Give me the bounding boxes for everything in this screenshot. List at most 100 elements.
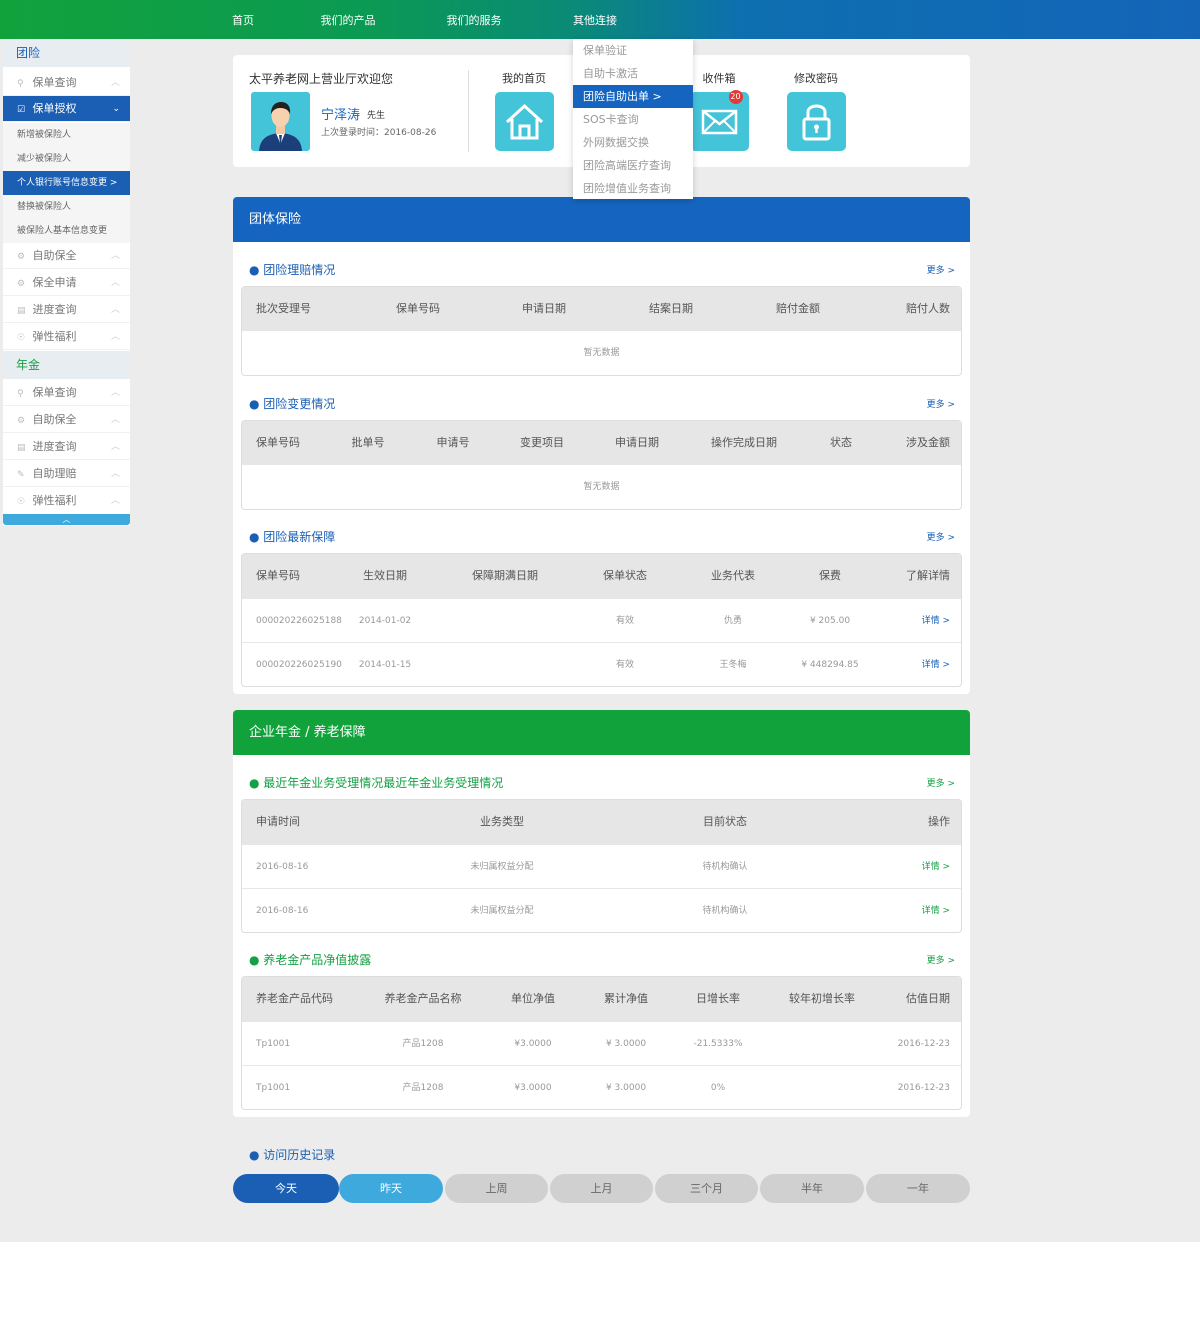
table-cell: 2016-12-23 <box>897 1039 950 1049</box>
section-title-recent: ● 最近年金业务受理情况最近年金业务受理情况 <box>249 776 504 790</box>
home-icon[interactable] <box>494 92 554 151</box>
more-link-claims[interactable]: 更多 > <box>927 263 955 276</box>
table-cell: ¥3.0000 <box>514 1039 552 1049</box>
nav-services[interactable]: 我们的服务 <box>438 0 510 39</box>
sidebar-item-pension-progress[interactable]: ▤ 进度查询 ︿ <box>3 434 130 460</box>
column-header: 养老金产品代码 <box>256 992 333 1005</box>
table-cell: 有效 <box>615 616 635 626</box>
person-icon <box>259 102 302 151</box>
more-link-changes[interactable]: 更多 > <box>927 397 955 410</box>
column-header: 批次受理号 <box>256 302 311 315</box>
recent-business-table: 申请时间 业务类型 目前状态 操作 2016-08-16 未归属权益分配 待机构… <box>241 799 962 933</box>
mail-icon[interactable]: 20 <box>689 90 749 151</box>
details-link[interactable]: 详情 > <box>922 599 950 643</box>
details-link[interactable]: 详情 > <box>922 889 950 932</box>
sidebar-group-group-insurance: 团险 <box>3 39 130 67</box>
other-links-dropdown: 保单验证 自助卡激活 团险自助出单 > SOS卡查询 外网数据交换 团险高端医疗… <box>573 39 693 199</box>
table-cell: 0% <box>710 1083 726 1093</box>
sidebar-item-self-claim[interactable]: ✎ 自助理赔 ︿ <box>3 461 130 487</box>
sidebar-item-self-service[interactable]: ⚙ 自助保全 ︿ <box>3 243 130 269</box>
details-link[interactable]: 详情 > <box>922 643 950 686</box>
nav-products[interactable]: 我们的产品 <box>312 0 384 39</box>
sidebar-item-progress-query[interactable]: ▤ 进度查询 ︿ <box>3 297 130 323</box>
dropdown-item-medical-query[interactable]: 团险高端医疗查询 <box>573 154 693 177</box>
sidebar-subitem-reduce-insured[interactable]: 减少被保险人 <box>3 147 130 171</box>
sidebar-item-policy-query[interactable]: ⚲ 保单查询 ︿ <box>3 70 130 96</box>
column-header: 状态 <box>830 436 852 449</box>
welcome-text: 太平养老网上营业厅欢迎您 <box>249 72 394 86</box>
quick-home[interactable]: 我的首页 <box>484 70 564 151</box>
history-half-year-button[interactable]: 半年 <box>760 1174 864 1203</box>
table-cell: -21.5333% <box>693 1039 743 1049</box>
sidebar-item-label: 保单查询 <box>32 386 77 399</box>
section-title-changes: ● 团险变更情况 <box>249 397 336 411</box>
sidebar-item-pension-self-service[interactable]: ⚙ 自助保全 ︿ <box>3 407 130 433</box>
column-header: 申请日期 <box>522 302 566 315</box>
dropdown-item-policy-verify[interactable]: 保单验证 <box>573 39 693 62</box>
more-link-latest[interactable]: 更多 > <box>927 530 955 543</box>
chevron-up-icon: ︿ <box>110 496 120 506</box>
history-today-button[interactable]: 今天 <box>233 1174 339 1203</box>
dropdown-item-card-activate[interactable]: 自助卡激活 <box>573 62 693 85</box>
sidebar-item-policy-auth[interactable]: ☑ 保单授权 ⌄ <box>3 96 130 122</box>
column-header: 估值日期 <box>906 992 950 1005</box>
section-title-text: 团险理赔情况 <box>263 263 336 277</box>
dropdown-item-value-added-query[interactable]: 团险增值业务查询 <box>573 177 693 200</box>
quick-password[interactable]: 修改密码 <box>776 70 856 151</box>
dropdown-item-group-self-issue[interactable]: 团险自助出单 > <box>573 85 693 108</box>
chevron-up-icon: ︿ <box>110 469 120 479</box>
column-header: 保单号码 <box>256 569 300 582</box>
column-header: 变更项目 <box>520 436 564 449</box>
history-title-text: 访问历史记录 <box>263 1148 336 1162</box>
claim-icon: ✎ <box>17 470 25 480</box>
column-header: 保费 <box>819 569 841 582</box>
column-header: 保障期满日期 <box>472 569 538 582</box>
column-header: 累计净值 <box>604 992 648 1005</box>
dropdown-item-sos-query[interactable]: SOS卡查询 <box>573 108 693 131</box>
section-title-text: 最近年金业务受理情况最近年金业务受理情况 <box>263 776 504 790</box>
column-header: 保单号码 <box>256 436 300 449</box>
sidebar-item-label: 弹性福利 <box>32 330 77 343</box>
table-header: 保单号码 批单号 申请号 变更项目 申请日期 操作完成日期 状态 涉及金额 <box>242 421 961 465</box>
chevron-up-icon: ︿ <box>110 332 120 342</box>
sidebar-collapse-button[interactable]: ︿ <box>3 514 130 525</box>
table-cell: 待机构确认 <box>702 906 748 916</box>
table-cell: 000020226025188 <box>256 616 342 626</box>
table-cell: 未归属权益分配 <box>470 906 534 916</box>
column-header: 操作完成日期 <box>711 436 777 449</box>
sidebar-item-pension-policy-query[interactable]: ⚲ 保单查询 ︿ <box>3 380 130 406</box>
lock-icon[interactable] <box>786 92 846 151</box>
history-last-week-button[interactable]: 上周 <box>445 1174 548 1203</box>
history-one-year-button[interactable]: 一年 <box>866 1174 970 1203</box>
sidebar-item-preservation-apply[interactable]: ⚙ 保全申请 ︿ <box>3 270 130 296</box>
nav-home[interactable]: 首页 <box>218 0 268 39</box>
chevron-up-icon: ︿ <box>110 388 120 398</box>
sidebar-item-flexible-benefits[interactable]: ☉ 弹性福利 ︿ <box>3 324 130 350</box>
history-last-month-button[interactable]: 上月 <box>550 1174 653 1203</box>
column-header: 涉及金额 <box>906 436 950 449</box>
sidebar-item-pension-flexible[interactable]: ☉ 弹性福利 ︿ <box>3 488 130 514</box>
table-cell: 2014-01-02 <box>358 616 412 626</box>
sidebar-item-label: 弹性福利 <box>32 494 77 507</box>
sidebar-subitem-replace-insured[interactable]: 替换被保险人 <box>3 195 130 219</box>
column-header: 保单号码 <box>396 302 440 315</box>
sidebar-subitem-bank-info-change[interactable]: 个人银行账号信息变更 > <box>3 171 130 195</box>
sidebar-subitem-add-insured[interactable]: 新增被保险人 <box>3 123 130 147</box>
sidebar-subitem-basic-info-change[interactable]: 被保险人基本信息变更 <box>3 219 130 243</box>
details-link[interactable]: 详情 > <box>922 845 950 889</box>
more-link-recent[interactable]: 更多 > <box>927 776 955 789</box>
dropdown-item-data-exchange[interactable]: 外网数据交换 <box>573 131 693 154</box>
column-header: 赔付金额 <box>776 302 820 315</box>
history-yesterday-button[interactable]: 昨天 <box>339 1174 443 1203</box>
sidebar-item-label: 进度查询 <box>32 440 77 453</box>
table-row: 2016-08-16 未归属权益分配 待机构确认 详情 > <box>242 888 961 932</box>
nav-other-links[interactable]: 其他连接 <box>562 0 628 39</box>
table-cell: Tp1001 <box>256 1083 291 1093</box>
more-link-nav[interactable]: 更多 > <box>927 953 955 966</box>
table-cell: 待机构确认 <box>702 862 748 872</box>
user-name: 宁泽涛 <box>321 108 361 123</box>
page: 首页 我们的产品 我们的服务 其他连接 保单验证 自助卡激活 团险自助出单 > … <box>0 0 1200 1329</box>
chevron-down-icon: ⌄ <box>112 104 120 114</box>
table-cell: Tp1001 <box>256 1039 291 1049</box>
history-three-months-button[interactable]: 三个月 <box>655 1174 758 1203</box>
